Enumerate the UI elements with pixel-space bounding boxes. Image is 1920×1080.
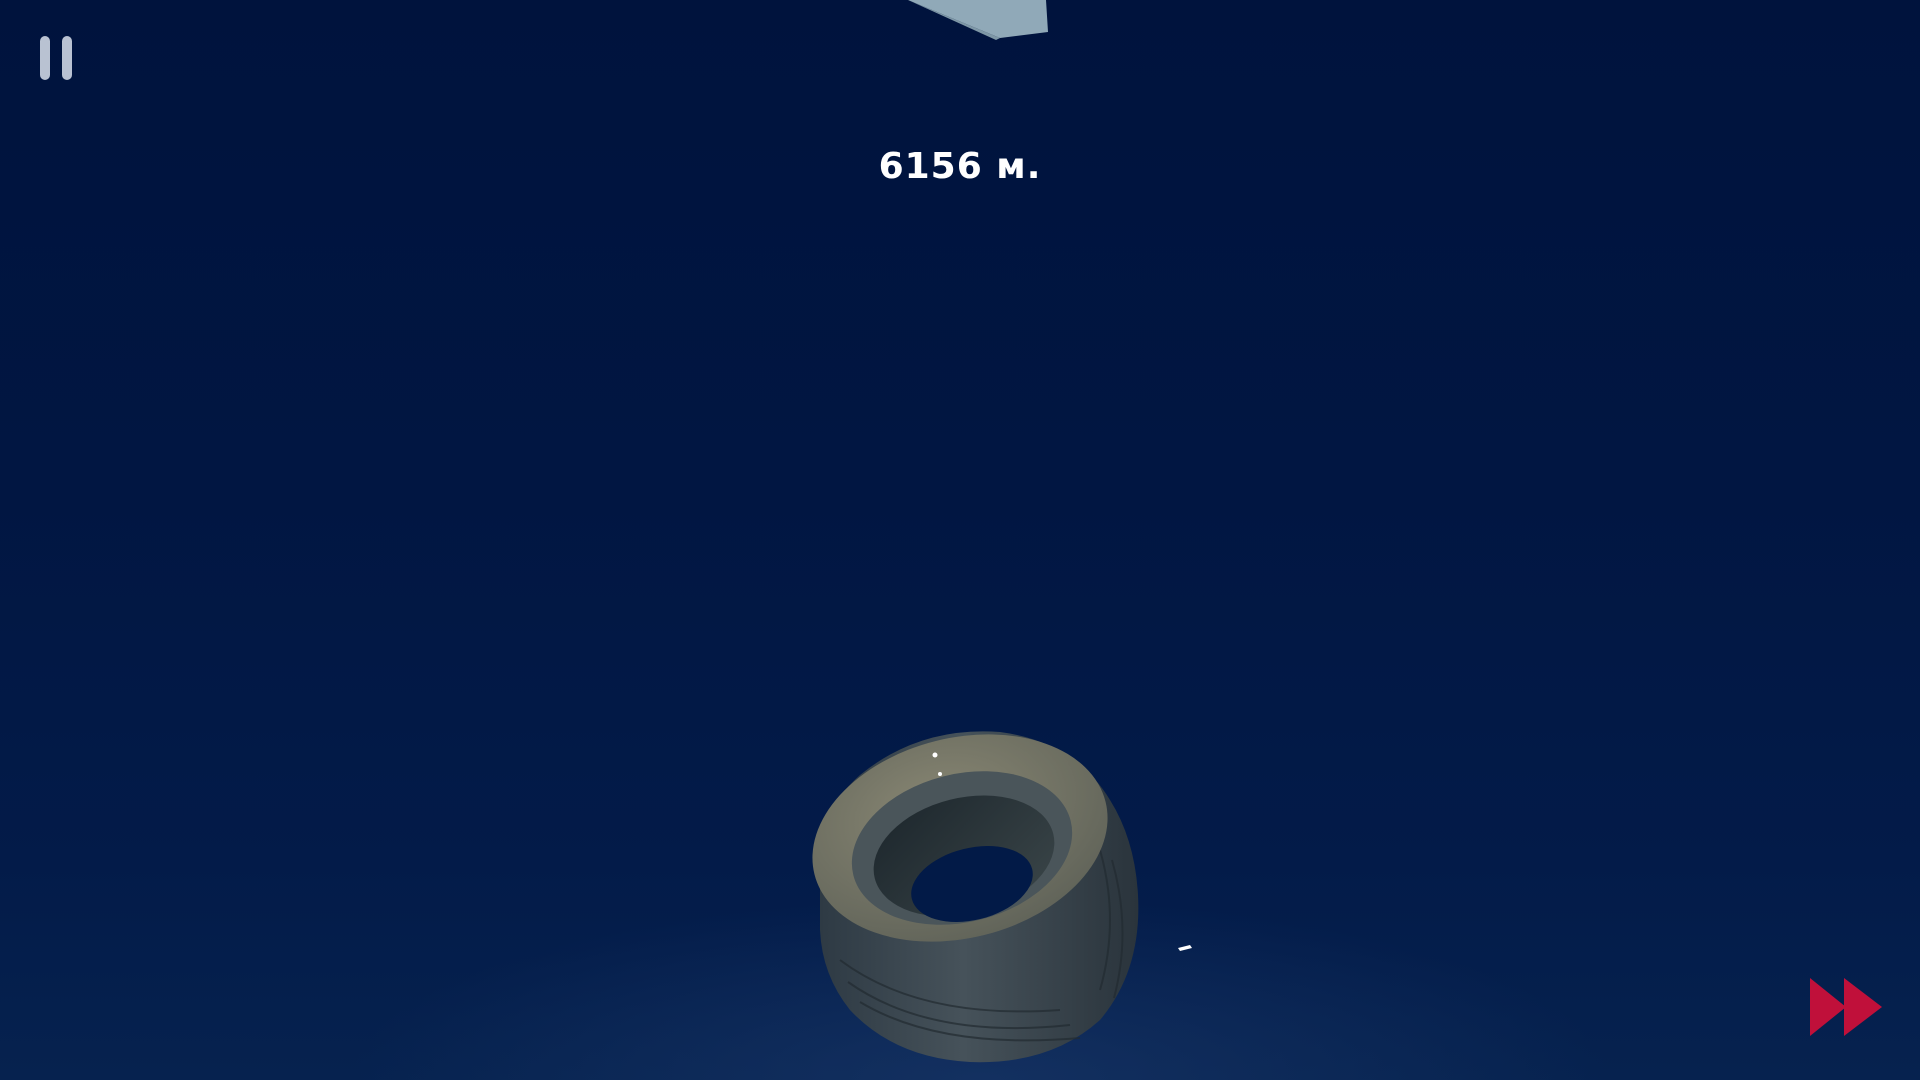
pause-icon [40,36,50,80]
falling-debris [908,0,1048,40]
pause-button[interactable] [34,30,84,86]
pause-icon-bar [62,36,72,80]
fast-forward-button[interactable] [1806,976,1886,1038]
tire [812,731,1139,1063]
spark [1178,945,1192,951]
distance-counter: 6156 м. [878,146,1042,187]
fast-forward-icon [1810,978,1882,1036]
game-scene: 6156 м. [0,0,1920,1080]
